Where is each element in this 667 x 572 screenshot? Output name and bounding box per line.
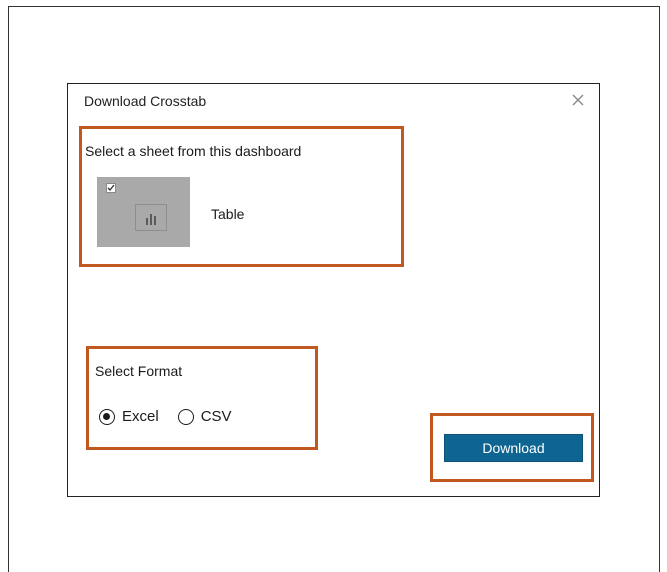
- bar-chart-icon: [135, 204, 167, 231]
- radio-csv[interactable]: [177, 408, 194, 425]
- format-selection-section: Select Format Excel CSV: [86, 346, 318, 450]
- format-section-label: Select Format: [95, 363, 183, 379]
- radio-csv-label: CSV: [200, 408, 232, 425]
- sheet-name-label: Table: [211, 206, 245, 222]
- format-option-csv[interactable]: CSV: [177, 408, 232, 425]
- sheet-thumbnail-table[interactable]: [97, 177, 190, 247]
- dialog-title: Download Crosstab: [84, 93, 207, 109]
- radio-excel-label: Excel: [122, 408, 159, 425]
- format-option-excel[interactable]: Excel: [99, 408, 159, 425]
- download-crosstab-dialog: Download Crosstab Select a sheet from th…: [67, 83, 600, 497]
- sheet-checkbox[interactable]: [106, 183, 116, 193]
- close-icon[interactable]: [571, 93, 585, 107]
- format-radio-group: Excel CSV: [99, 408, 232, 425]
- download-section: Download: [430, 413, 594, 482]
- sheet-section-label: Select a sheet from this dashboard: [85, 143, 302, 159]
- sheet-selection-section: Select a sheet from this dashboard Table: [79, 126, 404, 267]
- download-button[interactable]: Download: [444, 434, 583, 462]
- radio-excel[interactable]: [99, 408, 115, 425]
